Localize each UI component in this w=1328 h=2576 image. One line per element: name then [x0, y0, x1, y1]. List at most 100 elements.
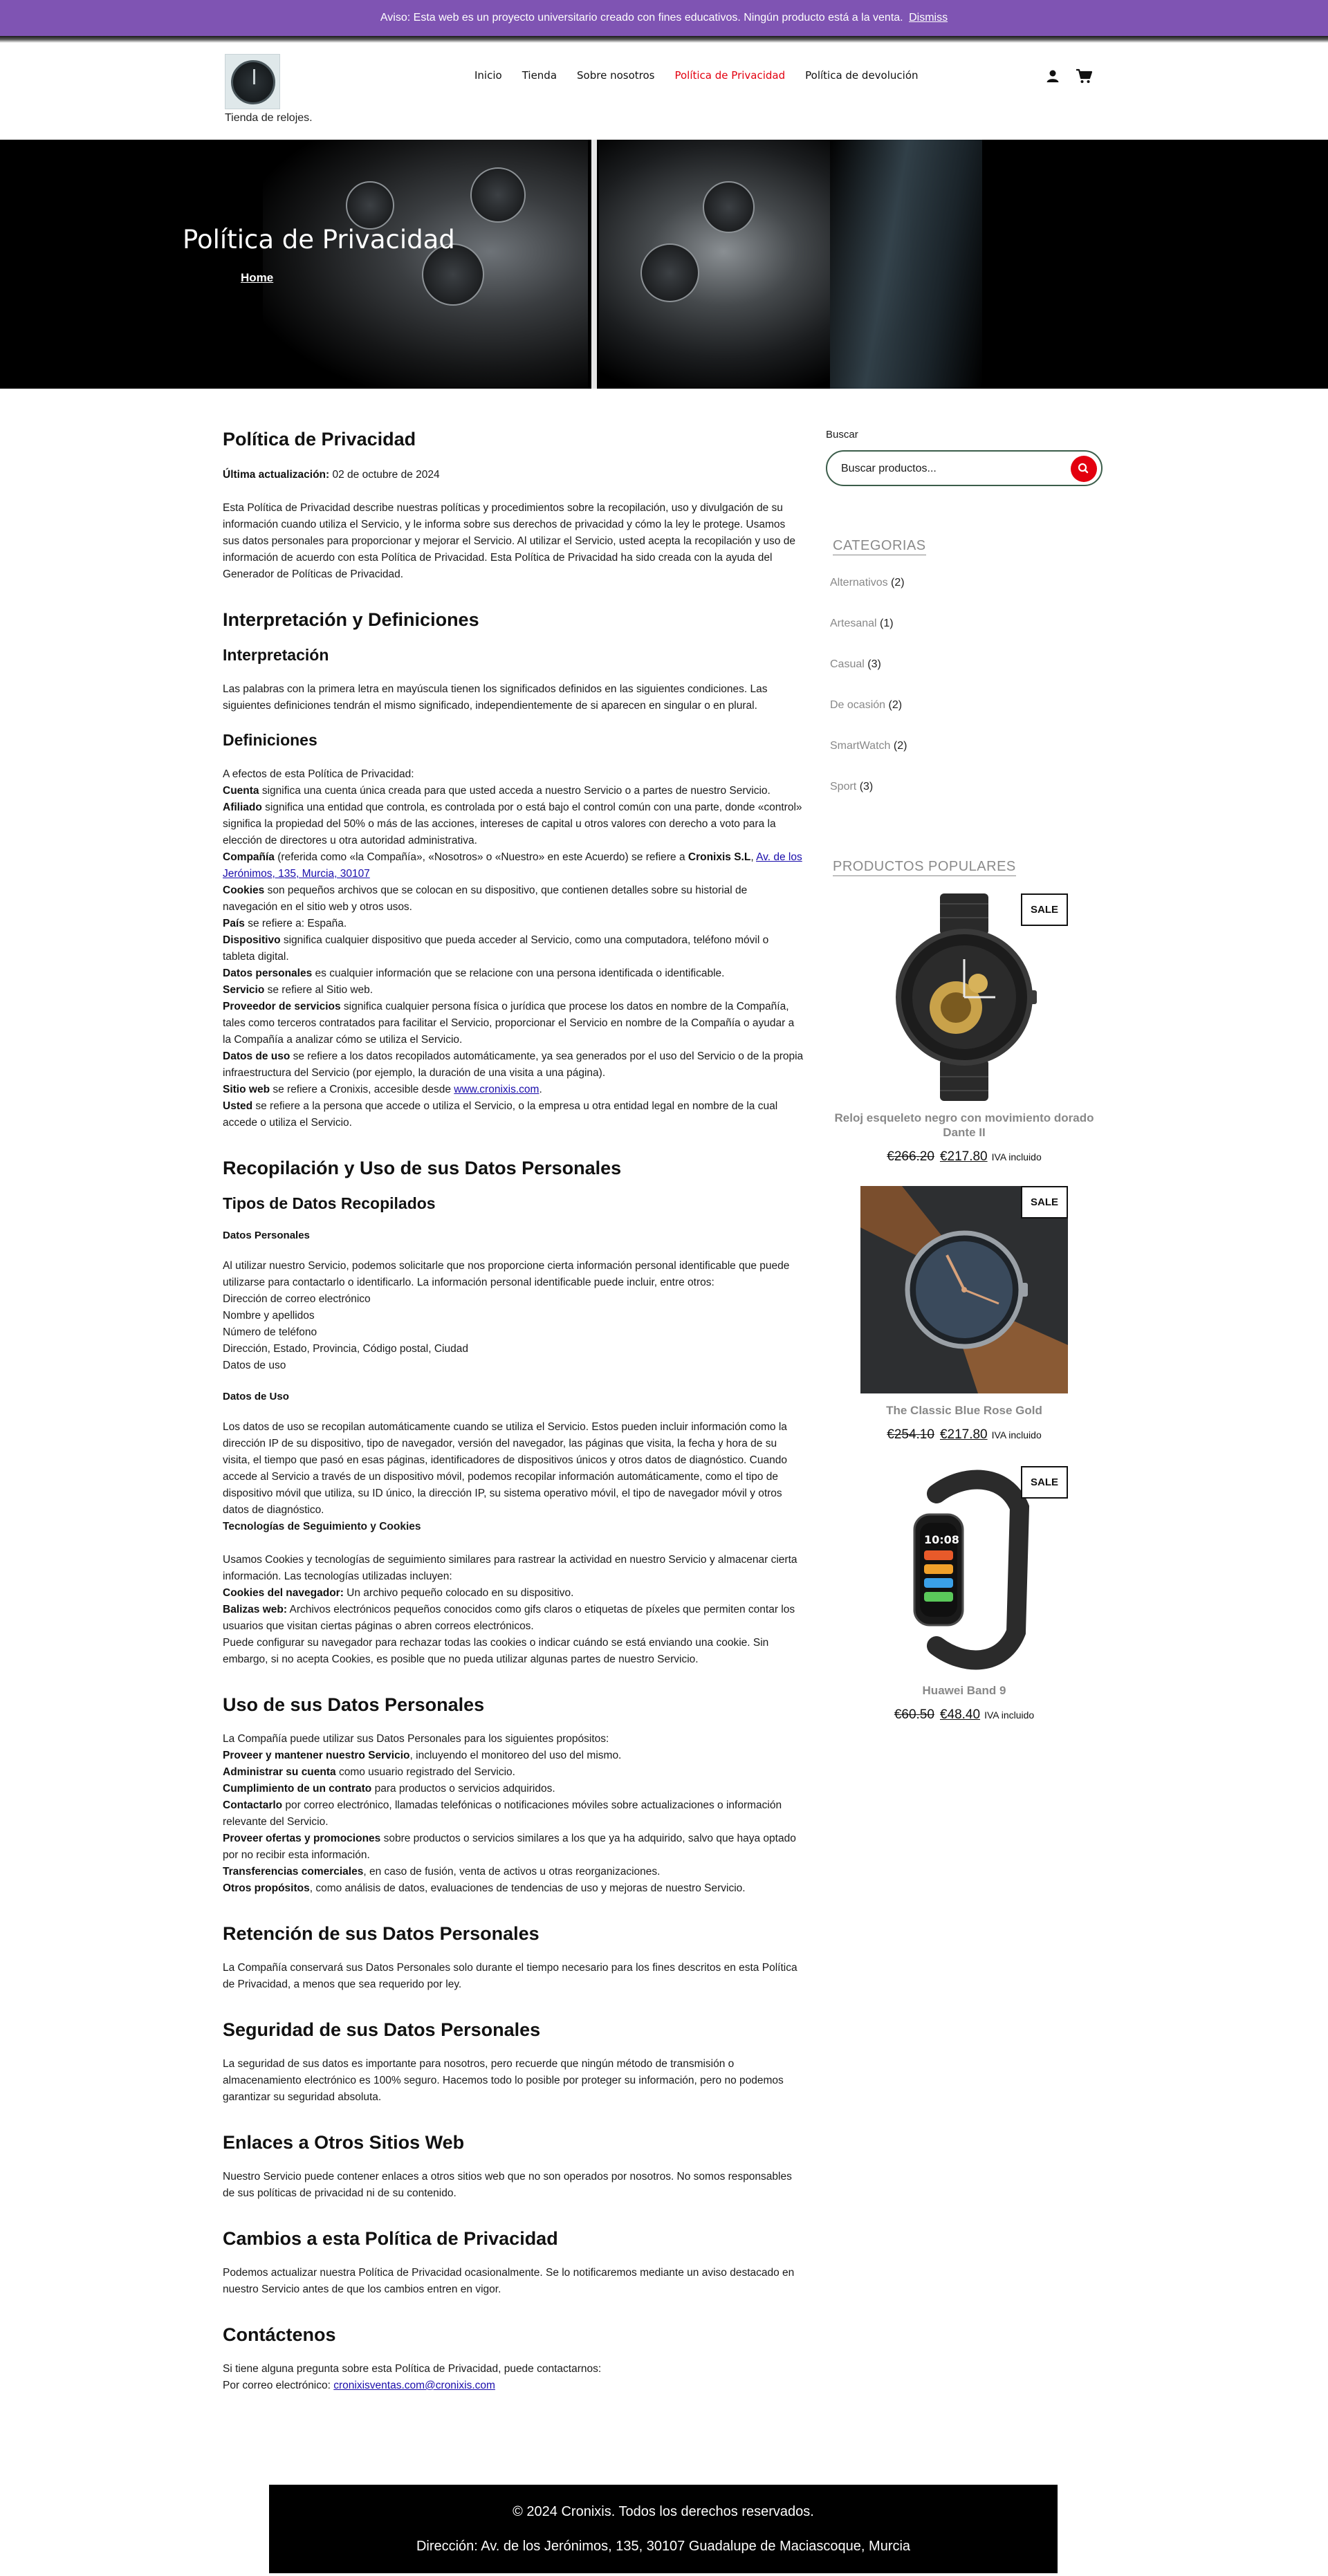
sale-price: €48.40	[939, 1707, 981, 1722]
tax-note: IVA incluido	[991, 1151, 1042, 1162]
cart-icon[interactable]	[1076, 68, 1092, 84]
logo-watch-icon	[231, 60, 275, 104]
sale-badge: SALE	[1021, 1466, 1068, 1499]
heading-tecnologias: Tecnologías de Seguimiento y Cookies	[223, 1521, 421, 1532]
product-name[interactable]: Reloj esqueleto negro con movimiento dor…	[826, 1111, 1103, 1140]
heading-recopilacion: Recopilación y Uso de sus Datos Personal…	[223, 1158, 622, 1178]
product-price: €266.20 €217.80 IVA incluido	[826, 1149, 1103, 1165]
category-item[interactable]: Alternativos (2)	[830, 577, 907, 618]
enlaces-text: Nuestro Servicio puede contener enlaces …	[223, 2171, 792, 2199]
dismiss-link[interactable]: Dismiss	[909, 12, 948, 24]
product-card[interactable]: SALE The Classic Blue Rose Gold €254.10 €…	[826, 1186, 1103, 1443]
heading-uso-datos: Uso de sus Datos Personales	[223, 1694, 485, 1715]
seguridad-text: La seguridad de sus datos es importante …	[223, 2058, 784, 2103]
product-name[interactable]: The Classic Blue Rose Gold	[826, 1403, 1103, 1418]
search-box	[826, 450, 1103, 486]
hero-watch-image-left	[263, 140, 588, 389]
list-item: Contactarlo por correo electrónico, llam…	[223, 1799, 782, 1828]
product-image[interactable]: SALE	[860, 1186, 1068, 1393]
nav-item-sobre-nosotros[interactable]: Sobre nosotros	[577, 69, 654, 82]
category-item[interactable]: Casual (3)	[830, 658, 907, 699]
category-item[interactable]: SmartWatch (2)	[830, 740, 907, 781]
site-logo[interactable]	[225, 54, 280, 109]
def-item: Cookies son pequeños archivos que se col…	[223, 884, 748, 913]
list-item: Proveer ofertas y promociones sobre prod…	[223, 1833, 796, 1861]
list-item: Otros propósitos, como análisis de datos…	[223, 1882, 746, 1894]
nav-item-politica-privacidad[interactable]: Política de Privacidad	[674, 69, 785, 82]
heading-enlaces: Enlaces a Otros Sitios Web	[223, 2132, 465, 2153]
heading-tipos-datos: Tipos de Datos Recopilados	[223, 1194, 436, 1212]
popular-products-title: PRODUCTOS POPULARES	[833, 859, 1016, 876]
categories-list: Alternativos (2) Artesanal (1) Casual (3…	[830, 577, 907, 822]
list-item: Dirección, Estado, Provincia, Código pos…	[223, 1343, 468, 1355]
search-button[interactable]	[1071, 456, 1097, 482]
def-item: Sitio web se refiere a Cronixis, accesib…	[223, 1084, 542, 1095]
datos-personales-block: Al utilizar nuestro Servicio, podemos so…	[223, 1258, 804, 1374]
nav-item-politica-devolucion[interactable]: Política de devolución	[805, 69, 918, 82]
tax-note: IVA incluido	[991, 1429, 1042, 1440]
category-item[interactable]: Sport (3)	[830, 781, 907, 822]
search-label: Buscar	[826, 429, 858, 441]
footer-copyright: © 2024 Cronixis. Todos los derechos rese…	[513, 2504, 814, 2519]
def-item: Cuenta significa una cuenta única creada…	[223, 785, 771, 797]
main-nav: Inicio Tienda Sobre nosotros Política de…	[474, 69, 939, 82]
nav-item-inicio[interactable]: Inicio	[474, 69, 502, 82]
old-price: €60.50	[894, 1707, 934, 1722]
definiciones-list: A efectos de esta Política de Privacidad…	[223, 766, 804, 1131]
heading-datos-personales: Datos Personales	[223, 1230, 310, 1241]
contact-email-link[interactable]: cronixisventas.com@cronixis.com	[333, 2380, 495, 2391]
heading-retencion: Retención de sus Datos Personales	[223, 1923, 540, 1944]
product-image[interactable]: SALE	[860, 893, 1068, 1101]
website-link[interactable]: www.cronixis.com	[454, 1084, 539, 1095]
def-item: País se refiere a: España.	[223, 918, 347, 929]
list-item: Datos de uso	[223, 1360, 286, 1371]
search-input[interactable]	[841, 461, 1062, 477]
list-item: Transferencias comerciales, en caso de f…	[223, 1866, 661, 1878]
notice-divider	[0, 36, 1328, 43]
old-price: €254.10	[887, 1427, 934, 1442]
def-item: Datos personales es cualquier informació…	[223, 967, 725, 979]
heading-seguridad: Seguridad de sus Datos Personales	[223, 2019, 541, 2040]
hero-title: Política de Privacidad	[183, 225, 455, 254]
product-card[interactable]: 10:08 SALE Huawei Band 9 €60.50 €48.40 IVA…	[826, 1466, 1103, 1723]
list-item: Administrar su cuenta como usuario regis…	[223, 1766, 515, 1778]
policy-article: Política de Privacidad Última actualizac…	[223, 429, 804, 2394]
product-image[interactable]: 10:08 SALE	[860, 1466, 1068, 1674]
product-card[interactable]: SALE Reloj esqueleto negro con movimient…	[826, 893, 1103, 1165]
interpretacion-text: Las palabras con la primera letra en may…	[223, 683, 768, 712]
breadcrumb-home[interactable]: Home	[241, 271, 273, 285]
search-icon	[1078, 463, 1089, 474]
article-title: Política de Privacidad	[223, 429, 416, 450]
uso-datos-block: La Compañía puede utilizar sus Datos Per…	[223, 1731, 804, 1897]
list-item: Dirección de correo electrónico	[223, 1293, 371, 1305]
category-item[interactable]: De ocasión (2)	[830, 699, 907, 740]
hero-divider	[591, 140, 597, 389]
product-name[interactable]: Huawei Band 9	[826, 1683, 1103, 1698]
datos-uso-block: Los datos de uso se recopilan automática…	[223, 1419, 804, 1668]
product-price: €254.10 €217.80 IVA incluido	[826, 1427, 1103, 1443]
svg-text:10:08: 10:08	[924, 1533, 959, 1546]
heading-datos-uso: Datos de Uso	[223, 1391, 289, 1402]
categories-title: CATEGORIAS	[833, 538, 926, 555]
def-item: Usted se refiere a la persona que accede…	[223, 1100, 778, 1129]
def-item: Compañía (referida como «la Compañía», «…	[223, 851, 802, 880]
nav-item-tienda[interactable]: Tienda	[522, 69, 557, 82]
sidebar: Buscar CATEGORIAS Alternativos (2) Artes…	[826, 429, 1103, 1722]
user-icon[interactable]	[1046, 69, 1060, 83]
category-item[interactable]: Artesanal (1)	[830, 618, 907, 658]
def-item: Servicio se refiere al Sitio web.	[223, 984, 374, 996]
def-item: Dispositivo significa cualquier disposit…	[223, 934, 769, 963]
heading-cambios: Cambios a esta Política de Privacidad	[223, 2228, 558, 2249]
def-item: Afiliado significa una entidad que contr…	[223, 801, 802, 846]
sale-price: €217.80	[939, 1149, 988, 1164]
list-item: Balizas web: Archivos electrónicos peque…	[223, 1604, 795, 1632]
product-price: €60.50 €48.40 IVA incluido	[826, 1707, 1103, 1723]
heading-interpretacion-definiciones: Interpretación y Definiciones	[223, 609, 479, 630]
heading-contactenos: Contáctenos	[223, 2324, 336, 2345]
contacto-block: Si tiene alguna pregunta sobre esta Polí…	[223, 2363, 602, 2391]
footer-address: Dirección: Av. de los Jerónimos, 135, 30…	[416, 2539, 911, 2554]
tax-note: IVA incluido	[984, 1709, 1035, 1721]
cambios-text: Podemos actualizar nuestra Política de P…	[223, 2267, 795, 2295]
retencion-text: La Compañía conservará sus Datos Persona…	[223, 1962, 797, 1990]
site-footer: © 2024 Cronixis. Todos los derechos rese…	[269, 2485, 1058, 2573]
